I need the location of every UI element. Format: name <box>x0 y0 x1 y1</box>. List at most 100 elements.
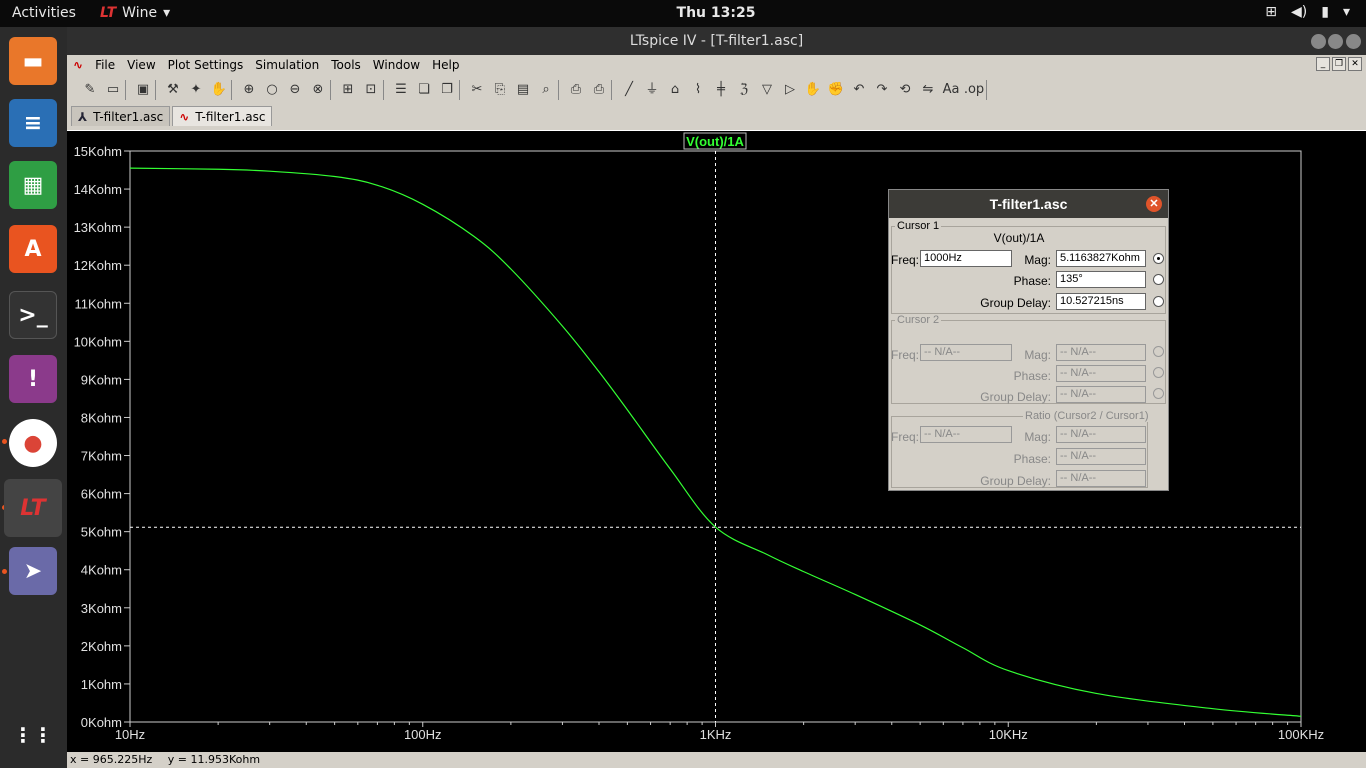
ratio-group-delay-field: -- N/A-- <box>1056 470 1146 487</box>
cursor2-group-delay-field: -- N/A-- <box>1056 386 1146 403</box>
mdi-minimize-button[interactable]: _ <box>1316 57 1330 71</box>
rotate-icon[interactable]: ⟲ <box>894 79 916 101</box>
show-apps-icon[interactable]: ⋮⋮ <box>9 711 57 759</box>
menu-tools[interactable]: Tools <box>325 58 367 72</box>
ratio-group-delay-label: Group Delay: <box>980 474 1051 488</box>
zoom-icon[interactable]: ○ <box>261 79 283 101</box>
toolbar-divider <box>459 80 465 100</box>
tile-horizontal-icon[interactable]: ☰ <box>390 79 412 101</box>
menu-plot-settings[interactable]: Plot Settings <box>162 58 250 72</box>
text-icon[interactable]: Aa <box>940 79 962 101</box>
move-icon[interactable]: ✋ <box>802 79 824 101</box>
ratio-freq-field: -- N/A-- <box>920 426 1012 443</box>
cursor1-phase-radio[interactable] <box>1153 274 1164 285</box>
app-icon[interactable]: ! <box>9 355 57 403</box>
y-tick-label: 6Kohm <box>81 487 122 502</box>
y-tick-label: 13Kohm <box>74 220 122 235</box>
menu-simulation[interactable]: Simulation <box>249 58 325 72</box>
tile-vertical-icon[interactable]: ❐ <box>436 79 458 101</box>
cursor1-trace-name: V(out)/1A <box>993 231 1045 245</box>
cursor2-freq-field: -- N/A-- <box>920 344 1012 361</box>
copy-icon[interactable]: ⎘ <box>489 79 511 101</box>
wire-icon[interactable]: ╱ <box>618 79 640 101</box>
toolbar-divider <box>611 80 617 100</box>
toolbar-divider <box>986 80 992 100</box>
system-tray[interactable]: ⊞ ◀) ▮ ▾ <box>1265 4 1350 20</box>
resistor-icon[interactable]: ⌇ <box>687 79 709 101</box>
menu-window[interactable]: Window <box>367 58 426 72</box>
software-center-icon[interactable]: A <box>9 225 57 273</box>
menu-file[interactable]: File <box>89 58 121 72</box>
x-tick-label: 10Hz <box>115 727 145 742</box>
dialog-title: T-filter1.asc <box>989 196 1068 212</box>
ltspice-icon[interactable]: LT <box>4 479 62 537</box>
undo-icon[interactable]: ↶ <box>848 79 870 101</box>
cursor1-phase-field[interactable]: 135° <box>1056 271 1146 288</box>
running-indicator <box>2 439 7 444</box>
redo-icon[interactable]: ↷ <box>871 79 893 101</box>
close-icon[interactable]: ✕ <box>1146 196 1162 212</box>
ground-icon[interactable]: ⏚ <box>641 79 663 101</box>
minimize-button[interactable] <box>1311 34 1326 49</box>
cursor1-mag-field[interactable]: 5.1163827Kohm <box>1056 250 1146 267</box>
terminal-icon[interactable]: >_ <box>9 291 57 339</box>
cascade-icon[interactable]: ❏ <box>413 79 435 101</box>
calc-icon[interactable]: ▦ <box>9 161 57 209</box>
inductor-icon[interactable]: ℨ <box>733 79 755 101</box>
open-icon[interactable]: ▭ <box>102 79 124 101</box>
fit-icon[interactable]: ⊡ <box>360 79 382 101</box>
cursor1-legend: Cursor 1 <box>895 220 942 232</box>
paste-icon[interactable]: ▤ <box>512 79 534 101</box>
volume-icon: ◀) <box>1291 4 1308 20</box>
component-icon[interactable]: ▷ <box>779 79 801 101</box>
run-icon[interactable]: ✦ <box>185 79 207 101</box>
mirror-icon[interactable]: ⇋ <box>917 79 939 101</box>
toolbar-divider <box>558 80 564 100</box>
gnome-top-bar: Activities LT Wine ▾ Thu 13:25 ⊞ ◀) ▮ ▾ <box>0 0 1366 27</box>
cursor1-group-delay-radio[interactable] <box>1153 296 1164 307</box>
mdi-restore-button[interactable]: ❐ <box>1332 57 1346 71</box>
cursor-dialog: T-filter1.asc ✕ Cursor 1 V(out)/1A Freq:… <box>888 189 1169 491</box>
cursor1-group-delay-field[interactable]: 10.527215ns <box>1056 293 1146 310</box>
spice-directive-icon[interactable]: .op <box>963 79 985 101</box>
zoom-fit-icon[interactable]: ⊗ <box>307 79 329 101</box>
print-setup-icon[interactable]: ⎙ <box>565 79 587 101</box>
tab-waveform[interactable]: ∿ T-filter1.asc <box>172 106 273 126</box>
diode-icon[interactable]: ▽ <box>756 79 778 101</box>
cursor1-freq-field[interactable]: 1000Hz <box>920 250 1012 267</box>
screenshot-tool-icon[interactable]: ➤ <box>9 547 57 595</box>
chrome-icon[interactable]: ● <box>9 419 57 467</box>
find-icon[interactable]: ⌕ <box>535 79 557 101</box>
files-icon[interactable]: ▬ <box>9 37 57 85</box>
print-icon[interactable]: ⎙ <box>588 79 610 101</box>
zoom-in-icon[interactable]: ⊕ <box>238 79 260 101</box>
mdi-controls: _ ❐ ✕ <box>1316 57 1362 71</box>
tab-schematic[interactable]: ⅄ T-filter1.asc <box>71 106 171 126</box>
writer-icon[interactable]: ≡ <box>9 99 57 147</box>
close-button[interactable] <box>1346 34 1361 49</box>
save-icon[interactable]: ▣ <box>132 79 154 101</box>
zoom-out-icon[interactable]: ⊖ <box>284 79 306 101</box>
autorange-icon[interactable]: ⊞ <box>337 79 359 101</box>
capacitor-icon[interactable]: ╪ <box>710 79 732 101</box>
maximize-button[interactable] <box>1328 34 1343 49</box>
waveform-plot[interactable]: 0Kohm 1Kohm 2Kohm 3Kohm 4Kohm 5Kohm 6Kohm 7Kohm… <box>67 131 1366 752</box>
trace-label[interactable]: V(out)/1A <box>686 134 744 149</box>
menu-help[interactable]: Help <box>426 58 465 72</box>
new-schematic-icon[interactable]: ✎ <box>79 79 101 101</box>
toolbar-divider <box>231 80 237 100</box>
clock[interactable]: Thu 13:25 <box>0 5 1366 21</box>
menu-view[interactable]: View <box>121 58 161 72</box>
pan-icon[interactable]: ✋ <box>208 79 230 101</box>
cursor1-mag-radio[interactable] <box>1153 253 1164 264</box>
label-icon[interactable]: ⌂ <box>664 79 686 101</box>
cut-icon[interactable]: ✂ <box>466 79 488 101</box>
cursor2-group-delay-label: Group Delay: <box>980 390 1051 404</box>
mdi-close-button[interactable]: ✕ <box>1348 57 1362 71</box>
plot-svg[interactable]: 0Kohm1Kohm2Kohm3Kohm4Kohm5Kohm6Kohm7Kohm… <box>67 131 1366 752</box>
drag-icon[interactable]: ✊ <box>825 79 847 101</box>
status-y: y = 11.953Kohm <box>167 753 261 766</box>
cursor2-mag-field: -- N/A-- <box>1056 344 1146 361</box>
control-panel-icon[interactable]: ⚒ <box>162 79 184 101</box>
cursor1-mag-label: Mag: <box>1024 253 1051 267</box>
